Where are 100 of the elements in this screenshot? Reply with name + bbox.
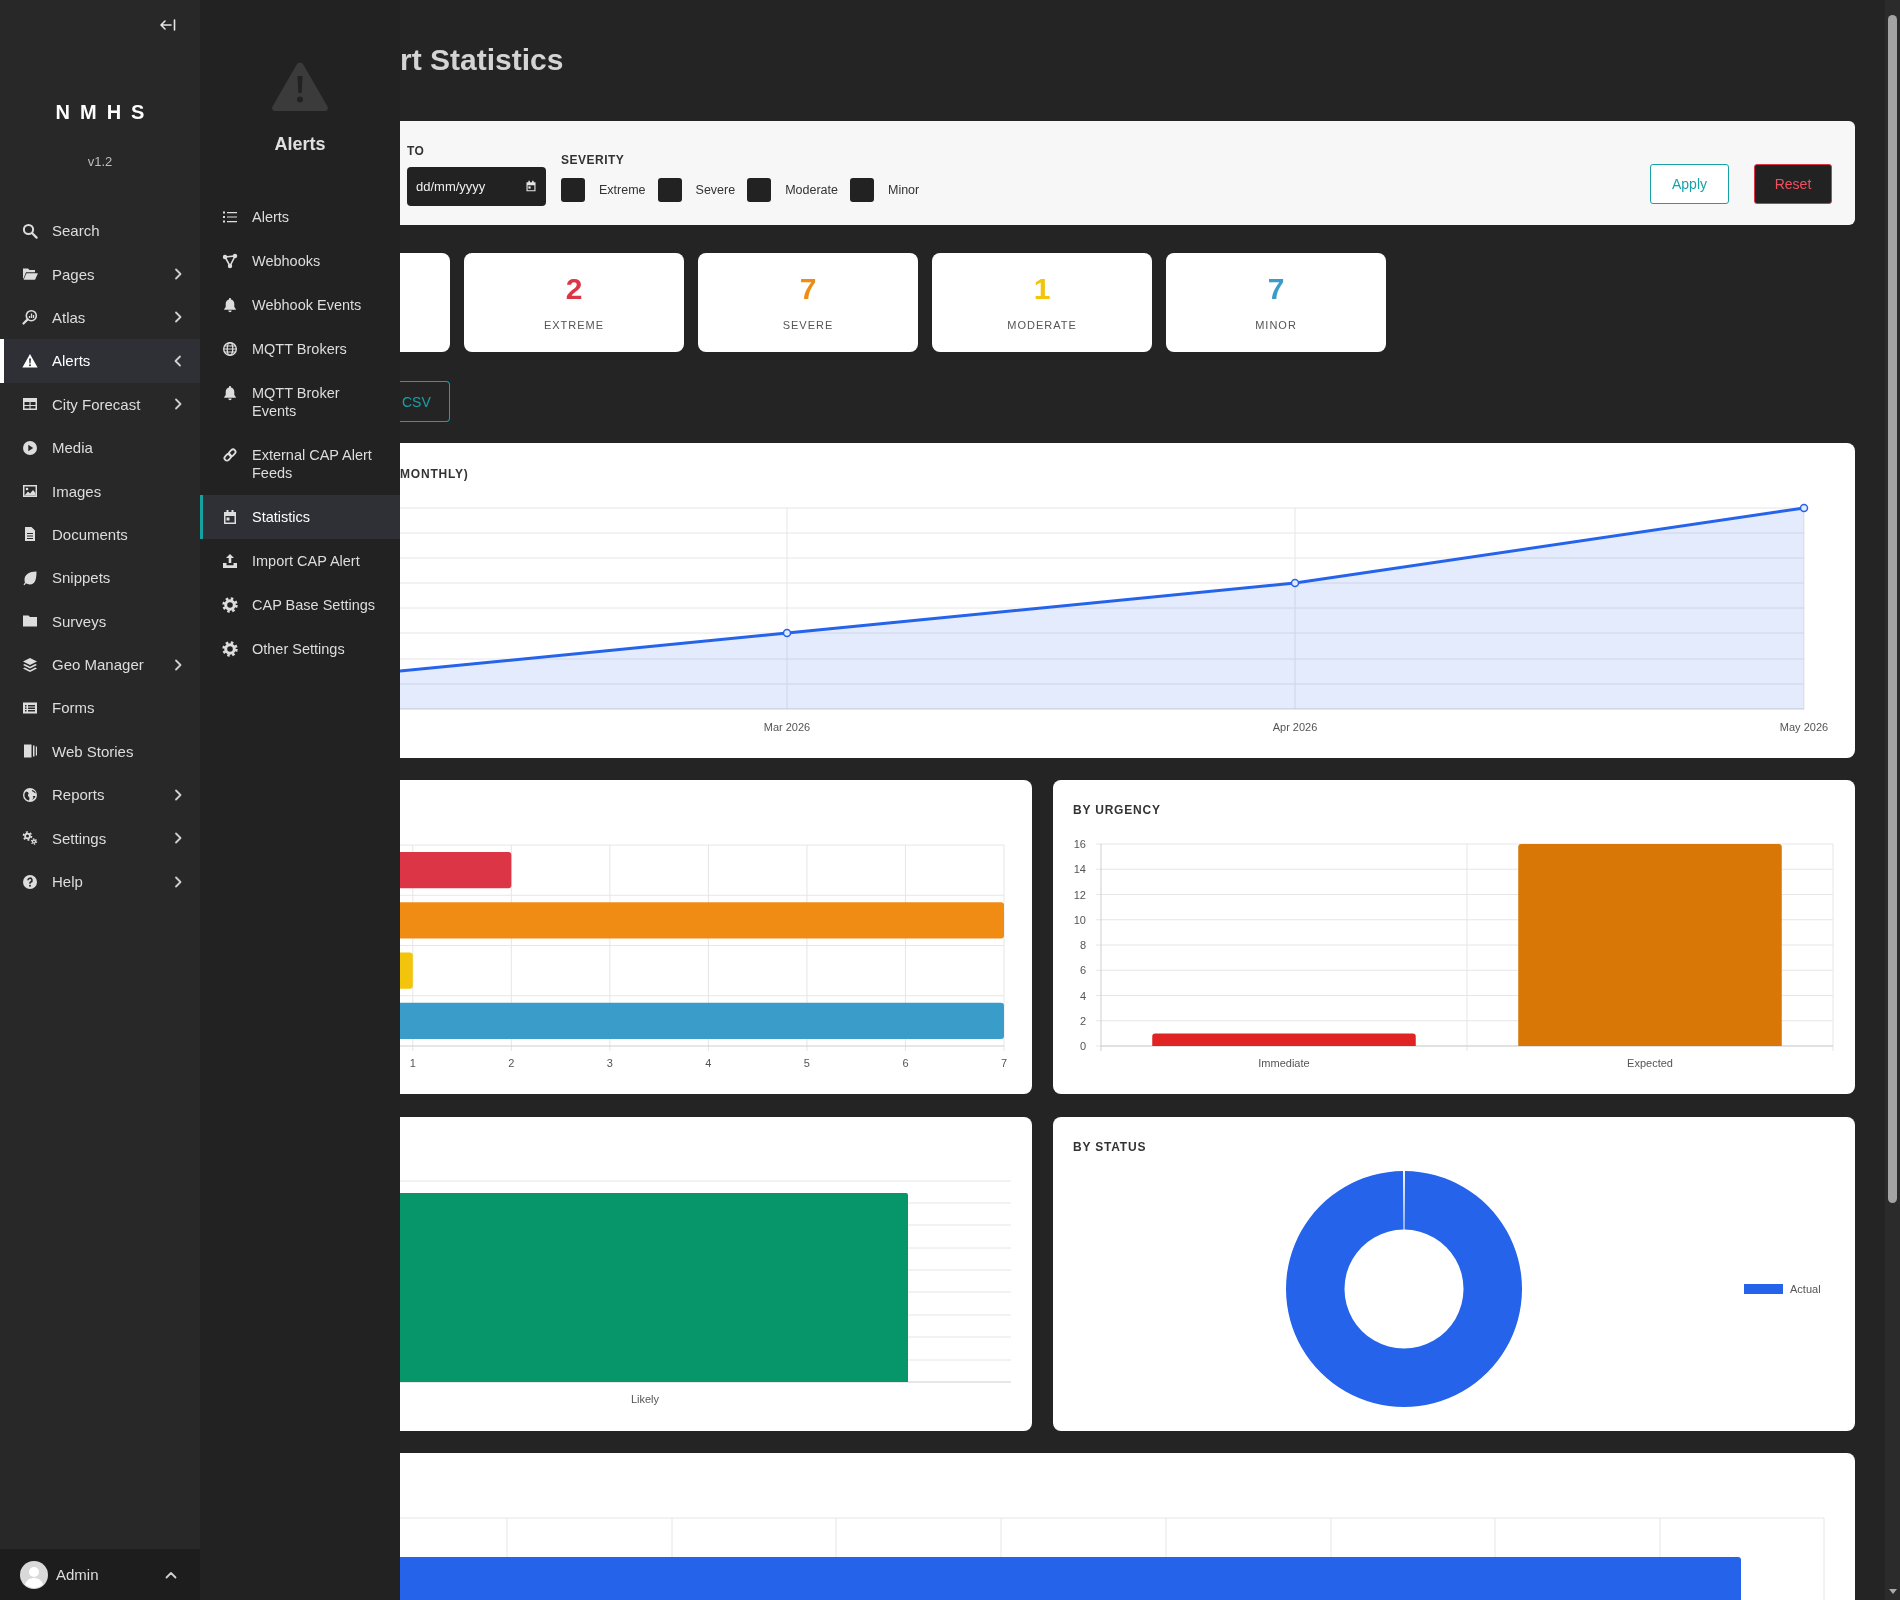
layers-icon [22,656,38,673]
date-field[interactable]: dd/mm/yyyy [407,167,546,206]
axis-label: 7 [1000,1057,1008,1069]
folder-icon [22,266,38,283]
bell-icon [222,385,238,401]
submenu-item[interactable]: Import CAP Alert [200,539,400,583]
arrow-left-bar-icon[interactable] [160,19,176,31]
axis-label: Expected [1627,1057,1673,1069]
checkbox[interactable] [657,178,682,202]
submenu-item[interactable]: Webhook Events [200,283,400,327]
chevron-right-icon[interactable] [174,268,182,281]
leaf-icon [22,569,38,586]
submenu-item[interactable]: MQTT Broker Events [200,371,400,433]
axis-label: 16 [1073,838,1086,850]
reset-button[interactable]: Reset [1754,164,1832,204]
nav-item[interactable]: Reports [0,773,200,817]
warning-icon [271,61,329,111]
chevron-right-icon[interactable] [174,875,182,888]
nav-item[interactable]: Surveys [0,599,200,643]
submenu-item[interactable]: Other Settings [200,627,400,671]
submenu-item[interactable]: External CAP Alert Feeds [200,433,400,495]
chevron-right-icon[interactable] [174,788,182,801]
nav-item[interactable]: Web Stories [0,729,200,774]
field-label: TO [407,144,425,158]
stat-label: SEVERE [782,319,834,331]
checkbox[interactable] [747,178,772,202]
arrow-down-icon[interactable] [1888,1589,1897,1594]
submenu-item[interactable]: Alerts [200,195,400,239]
submenu-item[interactable]: Webhooks [200,239,400,283]
checkbox-label: Moderate [785,183,838,197]
help-icon [22,873,38,890]
chevron-right-icon[interactable] [174,658,182,671]
axis-label: 4 [705,1057,712,1069]
submenu-item[interactable]: MQTT Brokers [200,327,400,371]
nav-item[interactable]: Atlas [0,295,200,340]
stat-label: EXTREME [543,319,605,331]
chevron-left-icon[interactable] [174,354,182,367]
nav-item[interactable]: Search [0,209,200,253]
magnifier-chart-icon [22,309,38,326]
axis-label: 1 [409,1057,416,1069]
stat-label: MODERATE [1007,319,1077,331]
submenu-item[interactable]: Statistics [200,495,400,539]
scrollbar-thumb[interactable] [1888,15,1897,1203]
nav-item[interactable]: Help [0,859,200,904]
calendar-icon [222,509,238,525]
nav-item[interactable]: Settings [0,816,200,860]
export-button[interactable]: CSV [400,381,450,422]
user-menu[interactable]: Admin [0,1549,200,1600]
nav-item[interactable]: Alerts [0,339,200,383]
chevron-up-icon[interactable] [165,1570,177,1579]
calendar-icon[interactable] [525,180,537,192]
swatch-icon [1744,1284,1783,1294]
axis-label: 8 [1079,939,1086,951]
settings-icon [222,597,238,613]
nav-item[interactable]: City Forecast [0,382,200,426]
chart-title: MONTHLY) [400,467,469,481]
bell-icon [222,297,238,313]
share-nodes-icon [222,253,238,269]
folder-icon [22,613,38,630]
chart-title: BY STATUS [1073,1140,1147,1154]
field-label: SEVERITY [561,153,625,167]
chevron-right-icon[interactable] [174,398,182,411]
checkbox[interactable] [849,178,874,202]
chevron-right-icon[interactable] [174,311,182,324]
nav-item[interactable]: Documents [0,512,200,557]
nav-item[interactable]: Geo Manager [0,642,200,687]
chart-title: BY URGENCY [1073,803,1161,817]
page-title: rt Statistics [400,42,564,78]
stat-value: 7 [1267,274,1285,304]
stat-value: 7 [799,274,817,304]
chevron-right-icon[interactable] [174,832,182,845]
axis-label: 3 [606,1057,613,1069]
version-label: v1.2 [86,154,114,170]
table-icon [22,396,38,413]
upload-icon [222,553,238,569]
globe-icon [222,341,238,357]
checkbox[interactable] [561,178,585,202]
axis-label: 10 [1073,913,1086,926]
scrollbar[interactable] [1885,0,1900,1600]
play-icon [22,439,38,456]
chart-bar [400,952,413,989]
checkbox-label: Minor [887,183,920,197]
nav-item[interactable]: Snippets [0,556,200,600]
nav-item[interactable]: Forms [0,686,200,730]
submenu-title: Alerts [273,133,327,155]
axis-label: May 2026 [1779,721,1829,733]
axis-label: Mar 2026 [763,721,811,733]
nav-item[interactable]: Pages [0,252,200,296]
link-icon [222,447,238,463]
book-icon [22,743,38,760]
nav-item[interactable]: Media [0,425,200,470]
axis-label: 5 [803,1057,810,1069]
globe-icon [22,786,38,803]
stat-label: MINOR [1255,319,1297,331]
checkbox-label: Extreme [599,183,646,197]
axis-label: Likely [630,1393,660,1405]
axis-label: 4 [1079,989,1086,1002]
submenu-item[interactable]: CAP Base Settings [200,583,400,627]
nav-item[interactable]: Images [0,469,200,513]
axis-label: Immediate [1258,1057,1310,1069]
